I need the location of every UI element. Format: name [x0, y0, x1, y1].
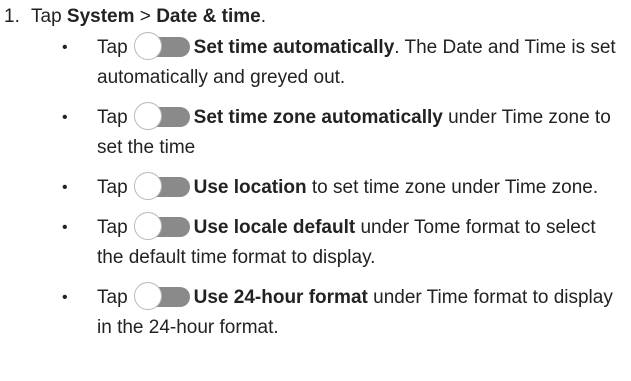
step-suffix: . [260, 6, 266, 27]
list-item-set-time-zone-automatically: • Tap Set time zone automatically under T… [0, 101, 631, 163]
list-item-use-24-hour-format: • Tap Use 24-hour format under Time forma… [0, 281, 631, 343]
bullet-dot: • [62, 289, 68, 306]
instruction-list: • Tap Set time automatically. The Date an… [0, 31, 631, 353]
step-1: 1. Tap System > Date & time. [0, 2, 631, 31]
step-number: 1. [4, 6, 20, 27]
menu-system: System [66, 6, 135, 27]
toggle-switch-icon [133, 101, 190, 131]
tap-label: Tap [97, 177, 128, 198]
list-item-use-locale-default: • Tap Use locale default under Tome forma… [0, 211, 631, 273]
bullet-dot: • [62, 109, 68, 126]
setting-name: Use location [193, 177, 307, 198]
setting-name: Set time automatically [193, 37, 395, 58]
toggle-switch-icon [133, 281, 190, 311]
list-item-use-location: • Tap Use location to set time zone under… [0, 171, 631, 203]
toggle-knob [133, 172, 162, 201]
tap-label: Tap [97, 37, 128, 58]
toggle-switch-icon [133, 171, 190, 201]
toggle-knob [133, 102, 162, 131]
tap-label: Tap [97, 287, 128, 308]
setting-name: Set time zone automatically [193, 107, 443, 128]
setting-name: Use locale default [193, 217, 356, 238]
toggle-switch-icon [133, 211, 190, 241]
menu-separator: > [134, 6, 157, 27]
tap-label: Tap [97, 107, 128, 128]
step-prefix: Tap [31, 6, 67, 27]
tap-label: Tap [97, 217, 128, 238]
menu-date-time: Date & time [156, 6, 261, 27]
toggle-knob [133, 32, 162, 61]
setting-description: to set time zone under Time zone. [306, 177, 599, 198]
bullet-dot: • [62, 219, 68, 236]
toggle-switch-icon [133, 31, 190, 61]
bullet-dot: • [62, 179, 68, 196]
step-instruction: 1. Tap System > Date & time. [0, 2, 631, 31]
bullet-dot: • [62, 39, 68, 56]
toggle-knob [133, 282, 162, 311]
setting-name: Use 24-hour format [193, 287, 368, 308]
toggle-knob [133, 212, 162, 241]
list-item-set-time-automatically: • Tap Set time automatically. The Date an… [0, 31, 631, 93]
